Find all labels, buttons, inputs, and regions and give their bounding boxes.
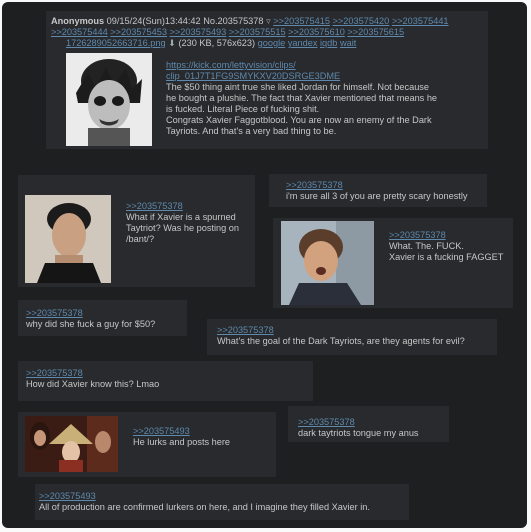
reply-image-thumbnail[interactable]: [25, 416, 118, 472]
quote-link[interactable]: >>203575378: [389, 230, 503, 241]
reply-comment: >>203575493 All of production are confir…: [39, 491, 370, 513]
reply-comment: >>203575378 What if Xavier is a spurned …: [126, 201, 239, 245]
reply-comment: >>203575378 What's the goal of the Dark …: [217, 325, 465, 347]
reply-comment: >>203575493 He lurks and posts here: [133, 426, 230, 448]
backlink[interactable]: >>203575453: [110, 27, 167, 37]
quote-link[interactable]: >>203575493: [39, 491, 370, 502]
backlink[interactable]: >>203575415: [273, 16, 330, 26]
file-name-link[interactable]: 1726289052663716.png: [66, 38, 166, 48]
reply-post: >>203575378 why did she fuck a guy for $…: [18, 300, 187, 336]
quote-link[interactable]: >>203575378: [298, 417, 419, 428]
comment-line: why did she fuck a guy for $50?: [26, 319, 156, 329]
face-paint-portrait: [66, 53, 152, 146]
quote-link[interactable]: >>203575378: [26, 368, 159, 379]
reply-post: >>203575378 i'm sure all 3 of you are pr…: [269, 174, 487, 207]
quote-link[interactable]: >>203575378: [26, 308, 155, 319]
reply-post: >>203575378 What if Xavier is a spurned …: [18, 175, 255, 287]
thread-container: Anonymous 09/15/24(Sun)13:44:42 No.20357…: [2, 2, 527, 528]
search-wait-link[interactable]: wait: [340, 38, 356, 48]
reply-post: >>203575493 He lurks and posts here: [18, 412, 276, 477]
comment-line: He lurks and posts here: [133, 437, 231, 447]
comment-line: is fucked. Literal Piece of fucking shit…: [166, 104, 320, 114]
backlink[interactable]: >>203575615: [347, 27, 404, 37]
comment-line: What if Xavier is a spurned: [126, 212, 236, 222]
comment-line: What's the goal of the Dark Tayriots, ar…: [217, 336, 465, 346]
reply-post: >>203575378 What's the goal of the Dark …: [207, 319, 497, 355]
comment-line: Taytriot? Was he posting on: [126, 223, 240, 233]
comment-line: All of production are confirmed lurkers …: [39, 502, 370, 512]
post-header: Anonymous 09/15/24(Sun)13:44:42 No.20357…: [51, 16, 449, 27]
quote-link[interactable]: >>203575493: [133, 426, 230, 437]
comment-line: The $50 thing aint true she liked Jordan…: [166, 82, 430, 92]
clip-link[interactable]: clip_01J7T1FG9SMYKXV20DSRGE3DME: [166, 71, 437, 82]
file-info-row: 1726289052663716.png ⬇ (230 KB, 576x623)…: [66, 38, 356, 49]
reply-comment: >>203575378 dark taytriots tongue my anu…: [298, 417, 419, 439]
download-icon[interactable]: ⬇: [168, 38, 176, 48]
backlink[interactable]: >>203575420: [333, 16, 390, 26]
reply-post: >>203575493 All of production are confir…: [35, 484, 409, 520]
reply-post: >>203575378 How did Xavier know this? Lm…: [18, 361, 313, 401]
reply-comment: >>203575378 What. The. FUCK. Xavier is a…: [389, 230, 503, 263]
quote-link[interactable]: >>203575378: [126, 201, 239, 212]
comment-line: Congrats Xavier Faggotblood. You are now…: [166, 115, 432, 125]
post-menu-arrow-icon[interactable]: ▿: [266, 16, 271, 26]
reply-comment: >>203575378 i'm sure all 3 of you are pr…: [286, 180, 468, 202]
shouting-man-photo: [281, 221, 374, 305]
search-google-link[interactable]: google: [258, 38, 286, 48]
comment-line: he bought a plushie. The fact that Xavie…: [166, 93, 438, 103]
comment-line: What. The. FUCK.: [389, 241, 464, 251]
clip-link[interactable]: https://kick.com/lettyvision/clips/: [166, 60, 437, 71]
reply-image-thumbnail[interactable]: [281, 221, 374, 305]
comment-line: Xavier is a fucking FAGGET: [389, 252, 504, 262]
reply-image-thumbnail[interactable]: [25, 195, 111, 283]
search-iqdb-link[interactable]: iqdb: [320, 38, 337, 48]
selfie-portrait: [25, 195, 111, 283]
reply-post: >>203575378 dark taytriots tongue my anu…: [288, 406, 449, 442]
backlink[interactable]: >>203575444: [51, 27, 108, 37]
op-post: Anonymous 09/15/24(Sun)13:44:42 No.20357…: [46, 11, 488, 149]
search-yandex-link[interactable]: yandex: [288, 38, 318, 48]
op-image-thumbnail[interactable]: [66, 53, 152, 146]
post-number[interactable]: No.203575378: [203, 16, 263, 26]
post-datetime: 09/15/24(Sun)13:44:42: [106, 16, 201, 26]
comment-line: dark taytriots tongue my anus: [298, 428, 419, 438]
reply-post: >>203575378 What. The. FUCK. Xavier is a…: [273, 218, 513, 308]
comment-line: /bant/?: [126, 234, 155, 244]
reply-comment: >>203575378 How did Xavier know this? Lm…: [26, 368, 159, 390]
backlink[interactable]: >>203575515: [229, 27, 286, 37]
poster-name: Anonymous: [51, 16, 105, 26]
reply-comment: >>203575378 why did she fuck a guy for $…: [26, 308, 155, 330]
comment-line: Tayriots. And that's a very bad thing to…: [166, 126, 337, 136]
quote-link[interactable]: >>203575378: [217, 325, 465, 336]
comment-line: i'm sure all 3 of you are pretty scary h…: [286, 191, 468, 201]
backlink[interactable]: >>203575441: [392, 16, 449, 26]
backlink[interactable]: >>203575493: [170, 27, 227, 37]
quote-link[interactable]: >>203575378: [286, 180, 468, 191]
costume-photo: [25, 416, 118, 472]
comment-line: How did Xavier know this? Lmao: [26, 379, 160, 389]
op-comment: https://kick.com/lettyvision/clips/ clip…: [166, 60, 437, 137]
backlink[interactable]: >>203575610: [288, 27, 345, 37]
file-info: (230 KB, 576x623): [178, 38, 256, 48]
backlink-row: >>203575444 >>203575453 >>203575493 >>20…: [51, 27, 404, 38]
